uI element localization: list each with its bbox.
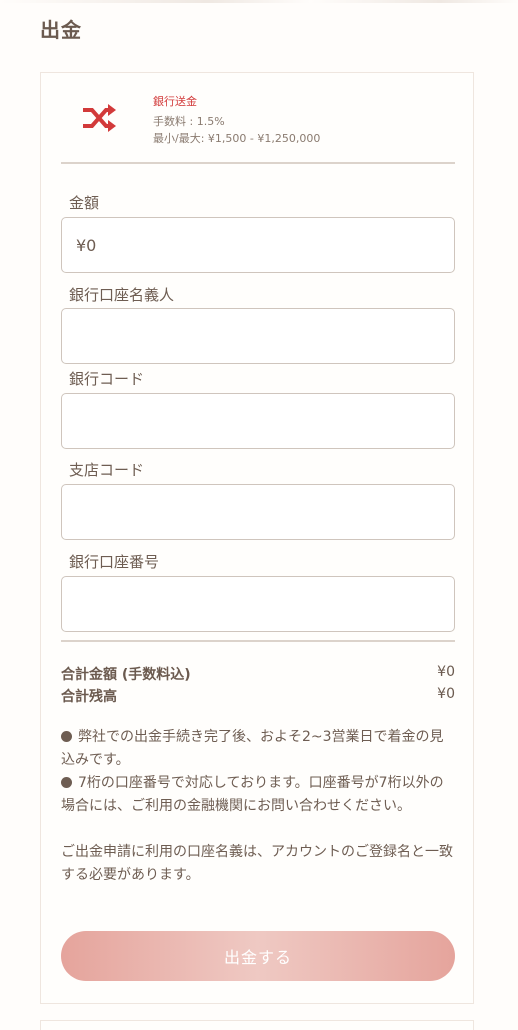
note-text: ご出金申請に利用の口座名義は、アカウントのご登録名と一致する必要があります。 xyxy=(61,844,453,883)
bank-code-label: 銀行コード xyxy=(69,370,145,388)
bank-code-input[interactable] xyxy=(61,393,455,449)
note-item: 7桁の口座番号で対応しております。口座番号が7桁以外の場合には、ご利用の金融機関… xyxy=(61,772,455,818)
branch-code-label: 支店コード xyxy=(69,461,145,479)
payment-method-option[interactable]: 銀行送金 手数料 : 1.5% 最小/最大: ¥1,500 - ¥1,250,0… xyxy=(41,73,473,163)
note-text: 弊社での出金手続き完了後、およそ2~3営業日で着金の見込みです。 xyxy=(61,729,444,768)
method-name: 銀行送金 xyxy=(153,95,197,108)
top-edge xyxy=(0,0,518,3)
method-range: 最小/最大: ¥1,500 - ¥1,250,000 xyxy=(153,132,321,145)
withdraw-button[interactable]: 出金する xyxy=(61,931,455,981)
notes: 弊社での出金手続き完了後、およそ2~3営業日で着金の見込みです。 7桁の口座番号… xyxy=(61,726,455,887)
branch-code-input[interactable] xyxy=(61,484,455,540)
shuffle-icon xyxy=(83,104,116,132)
account-holder-input[interactable] xyxy=(61,308,455,364)
account-number-input[interactable] xyxy=(61,576,455,632)
note-text: 7桁の口座番号で対応しております。口座番号が7桁以外の場合には、ご利用の金融機関… xyxy=(61,775,444,814)
amount-input[interactable] xyxy=(61,217,455,273)
note-item: 弊社での出金手続き完了後、およそ2~3営業日で着金の見込みです。 xyxy=(61,726,455,772)
method-fee: 手数料 : 1.5% xyxy=(153,115,225,128)
divider xyxy=(61,162,455,164)
total-balance-row: 合計残高 ¥0 xyxy=(61,686,455,708)
next-card-edge xyxy=(40,1020,474,1030)
page-title: 出金 xyxy=(40,18,82,42)
bullet-icon xyxy=(61,777,72,788)
total-amount-value: ¥0 xyxy=(437,664,455,680)
divider xyxy=(61,640,455,642)
account-number-label: 銀行口座番号 xyxy=(69,553,160,571)
total-balance-value: ¥0 xyxy=(437,686,455,702)
account-holder-label: 銀行口座名義人 xyxy=(69,286,175,304)
withdrawal-card: 銀行送金 手数料 : 1.5% 最小/最大: ¥1,500 - ¥1,250,0… xyxy=(40,72,474,1004)
total-amount-row: 合計金額 (手数料込) ¥0 xyxy=(61,664,455,686)
bullet-icon xyxy=(61,731,72,742)
total-amount-label: 合計金額 (手数料込) xyxy=(61,667,191,683)
note-item: ご出金申請に利用の口座名義は、アカウントのご登録名と一致する必要があります。 xyxy=(61,841,455,887)
amount-label: 金額 xyxy=(69,194,100,212)
total-balance-label: 合計残高 xyxy=(61,689,117,705)
